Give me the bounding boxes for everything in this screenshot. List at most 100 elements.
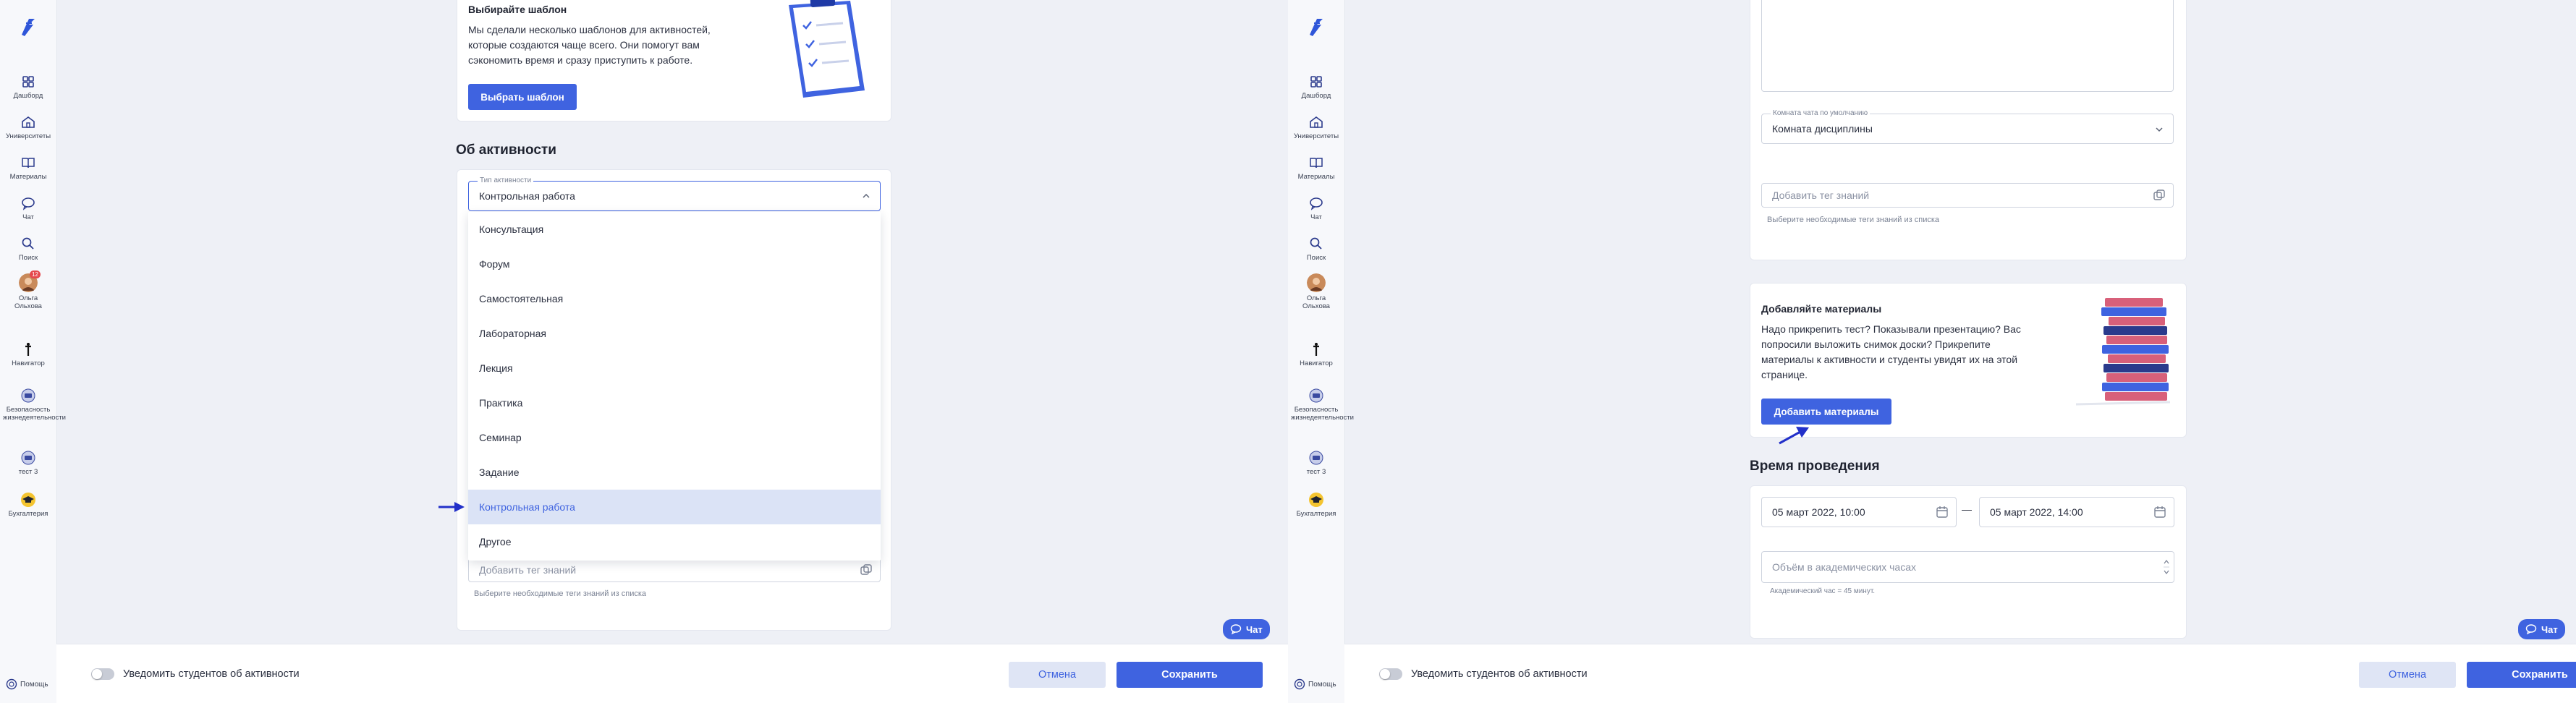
knowledge-tag-input[interactable]: Добавить тег знаний xyxy=(468,558,881,582)
app-logo[interactable] xyxy=(1307,16,1326,38)
sidebar-item-label: Бухгалтерия xyxy=(8,510,48,518)
dropdown-option[interactable]: Самостоятельная xyxy=(468,281,881,316)
dropdown-option[interactable]: Форум xyxy=(468,247,881,281)
tag-list-icon[interactable] xyxy=(860,563,873,576)
dropdown-option[interactable]: Консультация xyxy=(468,212,881,247)
sidebar-item-navigator[interactable]: Навигатор xyxy=(1288,341,1344,367)
activity-type-dropdown: Консультация Форум Самостоятельная Лабор… xyxy=(468,212,881,561)
avatar xyxy=(1307,273,1326,292)
dropdown-option-selected[interactable]: Контрольная работа xyxy=(468,490,881,524)
sidebar-item-label: Безопасность жизнедеятельности xyxy=(1291,406,1354,422)
activity-type-select[interactable]: Тип активности Контрольная работа xyxy=(468,176,881,211)
chat-icon xyxy=(22,197,35,210)
help-label: Помощь xyxy=(20,680,48,689)
notify-students-toggle[interactable] xyxy=(1379,668,1402,680)
sidebar-item-materials[interactable]: Материалы xyxy=(1288,155,1344,181)
description-textarea[interactable] xyxy=(1761,0,2174,92)
search-icon xyxy=(22,237,34,250)
chat-room-value: Комната дисциплины xyxy=(1772,123,1873,135)
chat-button[interactable]: Чат xyxy=(1223,619,1270,639)
chevron-down-icon xyxy=(2156,127,2163,132)
sidebar-item-universities[interactable]: Университеты xyxy=(0,114,56,140)
sidebar-item-label: Университеты xyxy=(5,132,51,140)
add-materials-button[interactable]: Добавить материалы xyxy=(1761,399,1891,425)
notify-students-toggle[interactable] xyxy=(91,668,114,680)
dropdown-option[interactable]: Семинар xyxy=(468,420,881,455)
dropdown-option[interactable]: Задание xyxy=(468,455,881,490)
knowledge-tag-hint: Выберите необходимые теги знаний из спис… xyxy=(1767,216,1940,224)
sidebar-item-dashboard[interactable]: Дашборд xyxy=(0,74,56,100)
course-icon xyxy=(1309,451,1323,465)
sidebar-item-accounting[interactable]: Бухгалтерия xyxy=(1288,492,1344,518)
book-icon xyxy=(22,158,35,169)
pointer-arrow-icon xyxy=(1779,427,1809,445)
chat-icon xyxy=(1310,197,1323,210)
app-logo[interactable] xyxy=(19,16,38,38)
dropdown-option[interactable]: Практика xyxy=(468,385,881,420)
sidebar-item-label: Поиск xyxy=(18,254,38,262)
sidebar-item-profile[interactable]: Ольга Ольхова xyxy=(1288,273,1344,310)
course-icon xyxy=(21,388,35,403)
chat-room-select[interactable]: Комната чата по умолчанию Комната дисцип… xyxy=(1761,109,2174,144)
sidebar-item-accounting[interactable]: Бухгалтерия xyxy=(0,492,56,518)
navigator-icon xyxy=(1313,343,1319,356)
dropdown-option[interactable]: Лабораторная xyxy=(468,316,881,351)
dropdown-option[interactable]: Лекция xyxy=(468,351,881,385)
knowledge-tag-input[interactable]: Добавить тег знаний xyxy=(1761,183,2174,208)
start-date-value: 05 март 2022, 10:00 xyxy=(1772,506,1865,518)
dropdown-option[interactable]: Другое xyxy=(468,524,881,559)
cancel-button[interactable]: Отмена xyxy=(2359,662,2456,688)
cancel-button[interactable]: Отмена xyxy=(1009,662,1106,688)
sidebar-item-chat[interactable]: Чат xyxy=(0,195,56,221)
save-button[interactable]: Сохранить xyxy=(1117,662,1263,688)
notification-badge: 12 xyxy=(30,270,41,278)
sidebar-item-search[interactable]: Поиск xyxy=(1288,236,1344,262)
sidebar-item-chat[interactable]: Чат xyxy=(1288,195,1344,221)
sidebar-item-profile[interactable]: 12 Ольга Ольхова xyxy=(0,270,56,310)
help-link[interactable]: Помощь xyxy=(6,678,48,690)
tag-list-icon[interactable] xyxy=(2153,189,2166,202)
clipboard-illustration xyxy=(789,0,865,98)
sidebar-item-course-bzh[interactable]: Безопасность жизнедеятельности xyxy=(0,388,66,422)
sidebar-item-dashboard[interactable]: Дашборд xyxy=(1288,74,1344,100)
sidebar-item-universities[interactable]: Университеты xyxy=(1288,114,1344,140)
bottom-action-bar: Уведомить студентов об активности Отмена… xyxy=(56,644,1288,703)
number-stepper-icon[interactable] xyxy=(2164,556,2169,578)
template-card-text-line: Мы сделали несколько шаблонов для активн… xyxy=(468,24,711,35)
date-range-dash: — xyxy=(1962,503,1972,515)
navigator-icon xyxy=(25,343,31,356)
materials-card-text-line: Надо прикрепить тест? Показывали презент… xyxy=(1761,323,2021,335)
sidebar-item-search[interactable]: Поиск xyxy=(0,236,56,262)
end-date-value: 05 март 2022, 14:00 xyxy=(1990,506,2083,518)
university-icon xyxy=(22,116,35,128)
sidebar-item-label: Безопасность жизнедеятельности xyxy=(3,406,66,422)
university-icon xyxy=(1310,116,1323,128)
calendar-icon[interactable] xyxy=(2153,506,2166,519)
sidebar-item-label: тест 3 xyxy=(18,468,38,476)
course-icon xyxy=(1309,388,1323,403)
sidebar-item-materials[interactable]: Материалы xyxy=(0,155,56,181)
sidebar-item-test3[interactable]: тест 3 xyxy=(0,450,56,476)
right-screen: Дашборд Университеты Материалы Чат Поиск… xyxy=(1288,0,2576,703)
chat-button[interactable]: Чат xyxy=(2518,619,2565,639)
materials-card-text-line: материалы к активности и студенты увидят… xyxy=(1761,354,2018,365)
help-label: Помощь xyxy=(1308,680,1336,689)
academic-hours-input[interactable]: Объём в академических часах xyxy=(1761,551,2174,583)
calendar-icon[interactable] xyxy=(1936,506,1949,519)
start-date-input[interactable]: 05 март 2022, 10:00 xyxy=(1761,497,1957,527)
sidebar-item-label: Навигатор xyxy=(12,359,45,367)
sidebar-item-test3[interactable]: тест 3 xyxy=(1288,450,1344,476)
knowledge-tag-placeholder: Добавить тег знаний xyxy=(479,564,577,576)
save-button[interactable]: Сохранить xyxy=(2467,662,2576,688)
sidebar-item-label: Бухгалтерия xyxy=(1296,510,1336,518)
time-section-title: Время проведения xyxy=(1750,459,1880,474)
template-card: Выбирайте шаблон Мы сделали несколько ша… xyxy=(457,0,891,122)
sidebar-item-course-bzh[interactable]: Безопасность жизнедеятельности xyxy=(1288,388,1354,422)
choose-template-button[interactable]: Выбрать шаблон xyxy=(468,84,577,110)
sidebar-item-label: Материалы xyxy=(1297,173,1335,181)
help-link[interactable]: Помощь xyxy=(1294,678,1336,690)
chat-icon xyxy=(2525,624,2537,635)
end-date-input[interactable]: 05 март 2022, 14:00 xyxy=(1979,497,2174,527)
sidebar-item-navigator[interactable]: Навигатор xyxy=(0,341,56,367)
book-icon xyxy=(1310,158,1323,169)
